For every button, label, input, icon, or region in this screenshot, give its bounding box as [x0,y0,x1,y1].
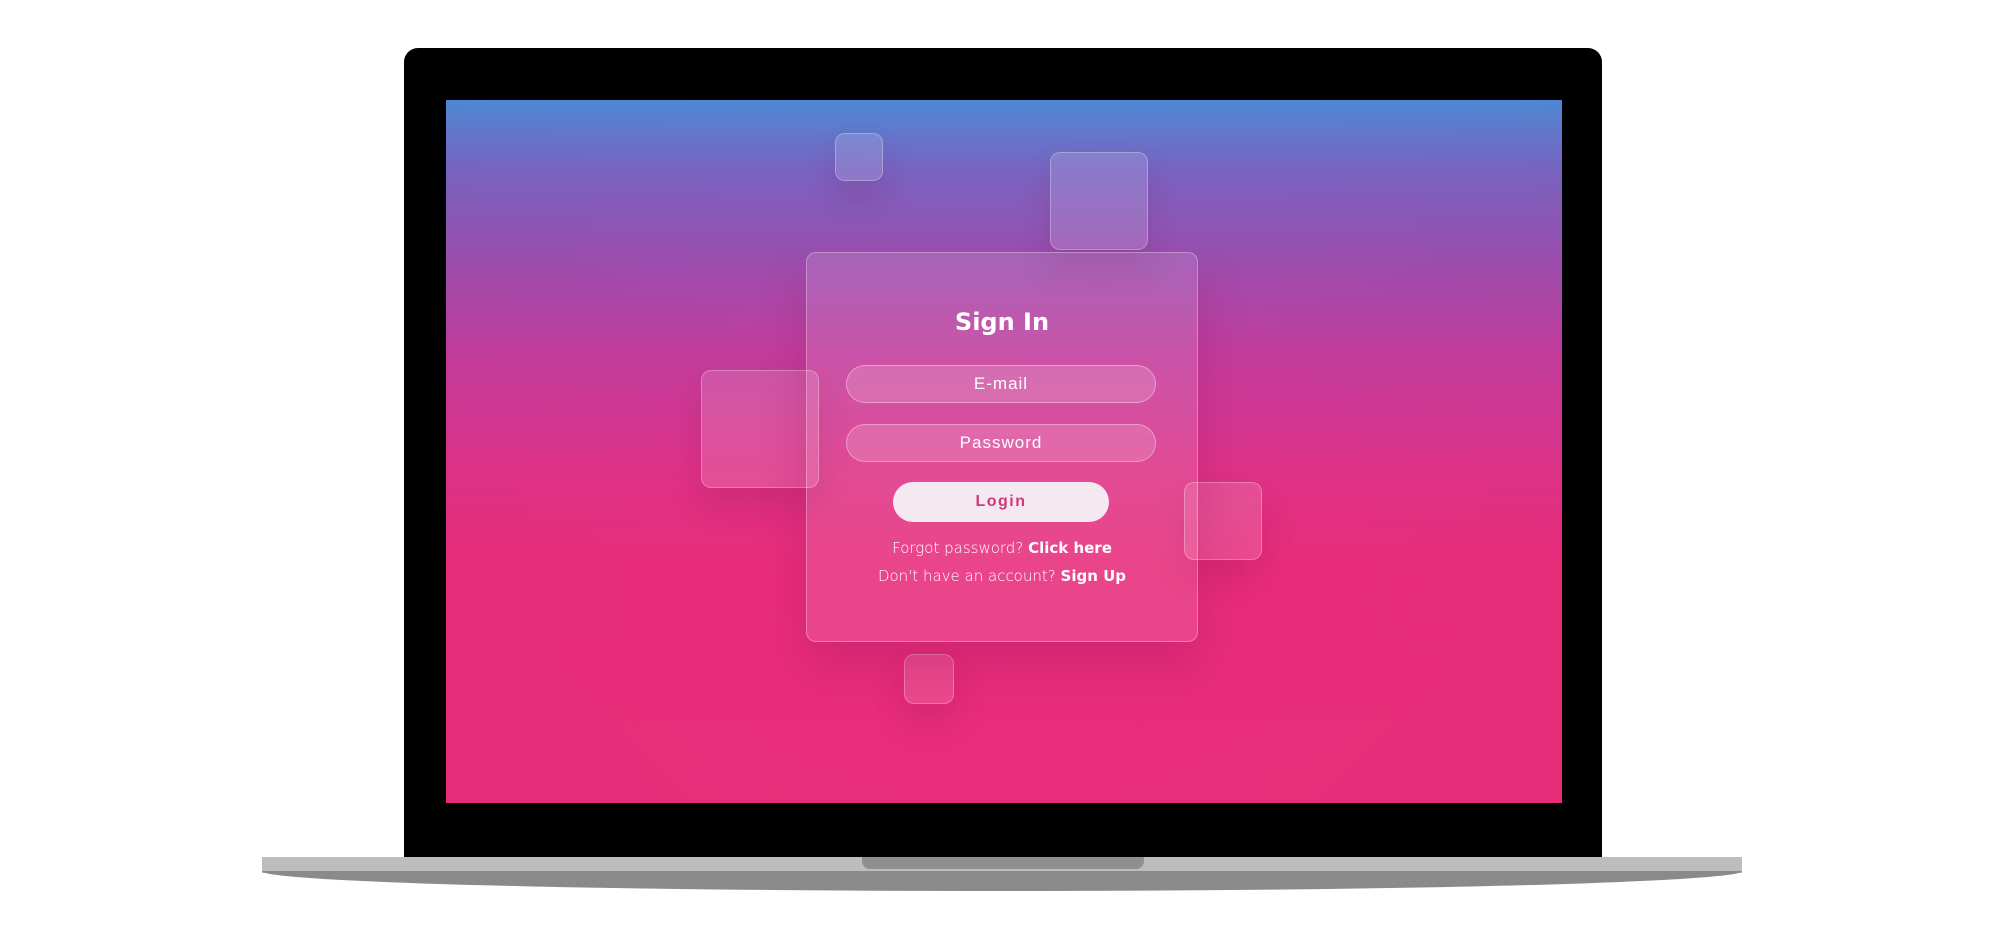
decorative-square-top-small [835,133,883,181]
sign-in-title: Sign In [954,308,1050,336]
sign-up-line: Don't have an account? Sign Up [807,567,1197,585]
laptop-base-bottom [262,871,1742,891]
sign-in-card: Sign In Login Forgot password? Click her… [806,252,1198,642]
decorative-square-left [701,370,819,488]
sign-up-text: Don't have an account? [877,567,1056,585]
decorative-square-top-right [1050,152,1148,250]
email-field[interactable] [846,365,1156,403]
forgot-password-line: Forgot password? Click here [807,539,1197,557]
laptop-screen: Sign In Login Forgot password? Click her… [446,100,1562,803]
decorative-square-bottom [904,654,954,704]
forgot-password-link[interactable]: Click here [1028,539,1112,557]
forgot-password-text: Forgot password? [892,539,1024,557]
sign-up-link[interactable]: Sign Up [1061,567,1127,585]
login-button[interactable]: Login [893,482,1109,522]
password-field[interactable] [846,424,1156,462]
laptop-base-notch [862,857,1144,869]
